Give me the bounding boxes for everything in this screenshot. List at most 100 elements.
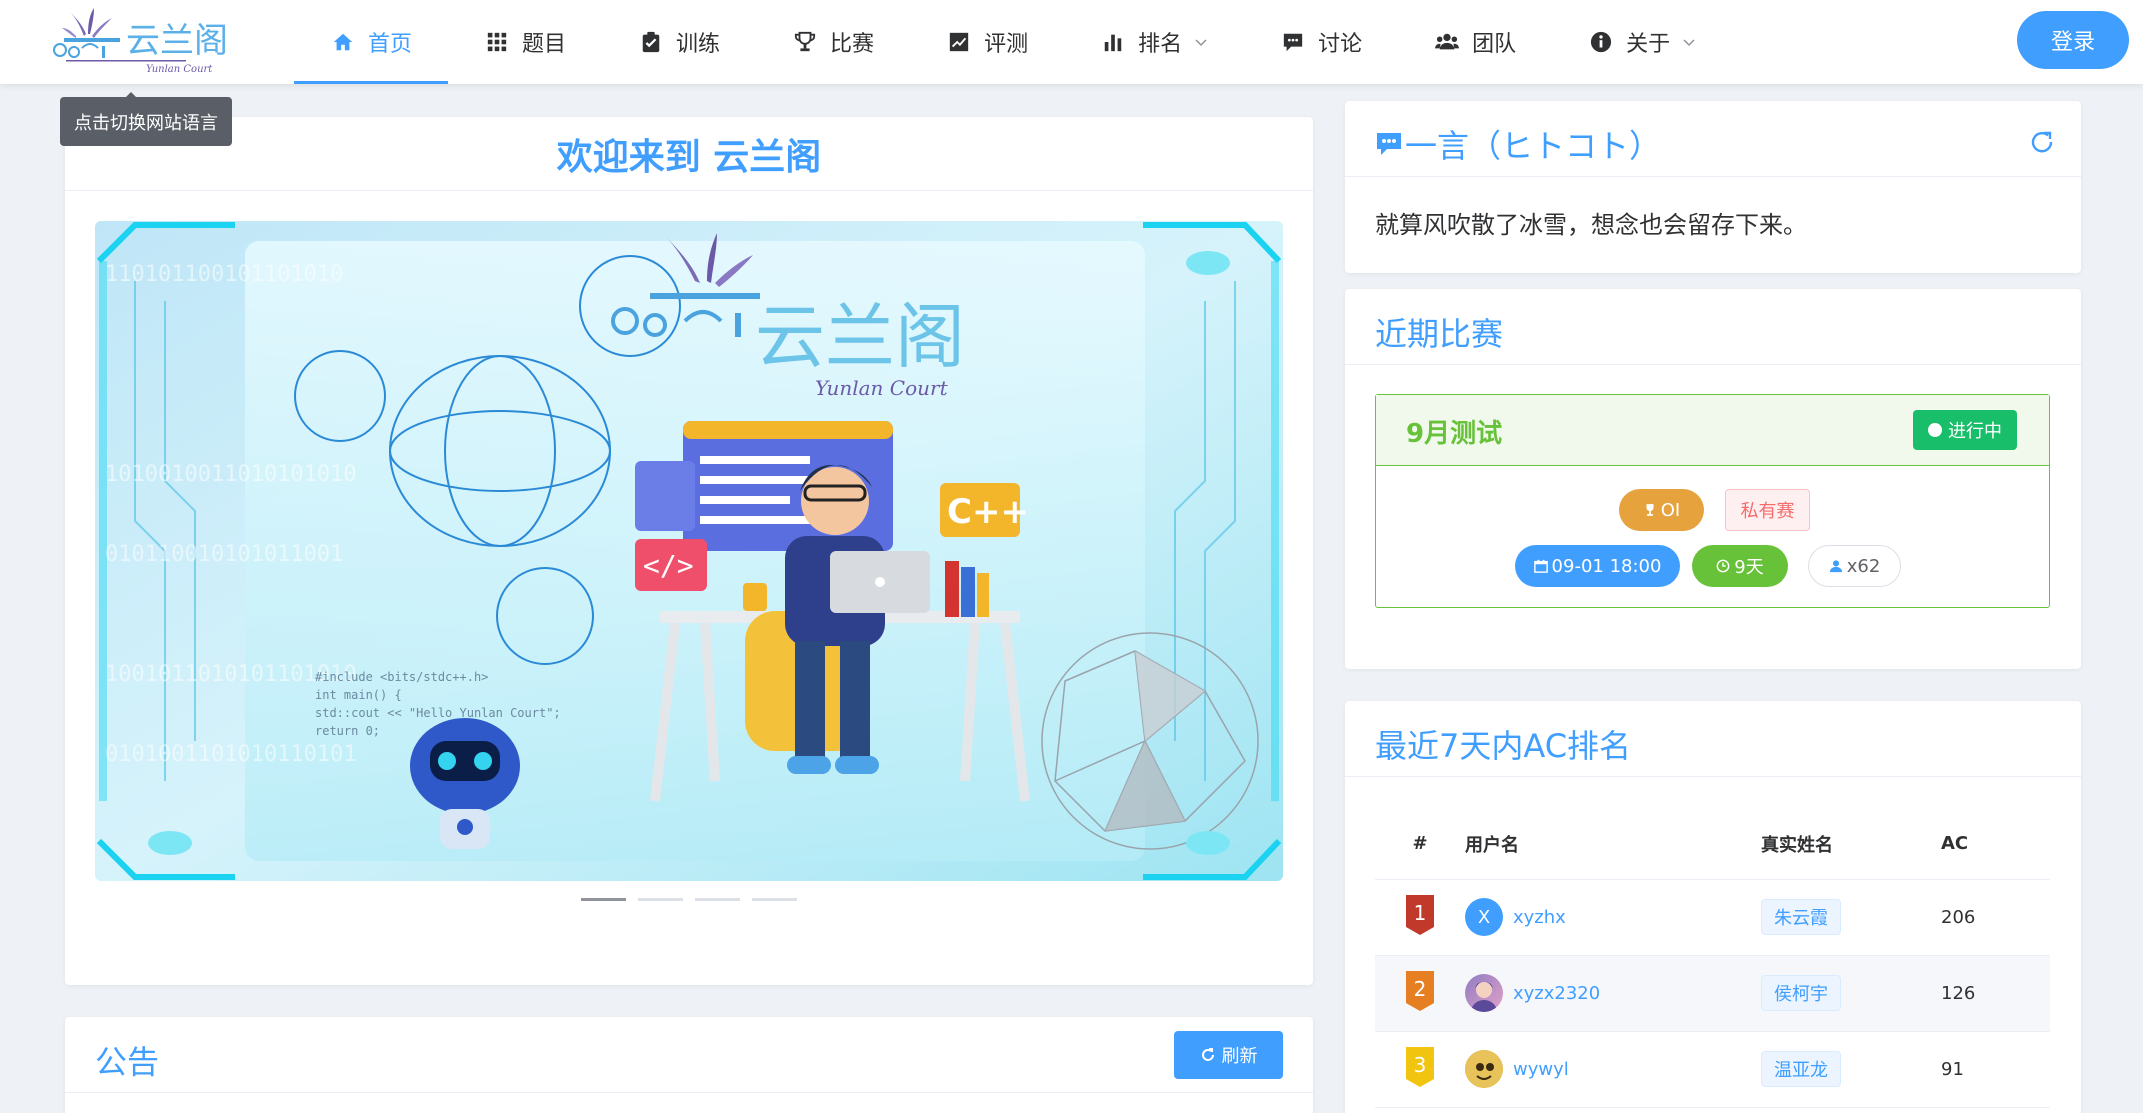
ac-ranking-title: 最近7天内AC排名 xyxy=(1375,727,1632,765)
refresh-icon[interactable] xyxy=(2027,127,2057,157)
status-text: 进行中 xyxy=(1948,421,2002,442)
ac-count: 206 xyxy=(1941,879,2050,956)
site-logo[interactable]: 云兰阁 Yunlan Court xyxy=(46,6,242,78)
ac-count: 126 xyxy=(1941,955,2050,1032)
carousel-dot[interactable] xyxy=(581,898,626,901)
avatar[interactable] xyxy=(1465,974,1503,1012)
carousel-banner[interactable]: 110101100101101010 1010010011010101010 0… xyxy=(95,221,1283,881)
rank-cell: 3 xyxy=(1375,1031,1465,1108)
logo-text-en: Yunlan Court xyxy=(146,64,213,75)
table-row: 3 wywyl 温亚龙 91 xyxy=(1375,1031,2050,1108)
username-link[interactable]: xyzhx xyxy=(1513,907,1566,928)
notice-card: 公告 刷新 xyxy=(65,1017,1313,1113)
top-navbar: 云兰阁 Yunlan Court 首页 题目 训练 比赛 评测 排名 讨论 团队… xyxy=(0,0,2143,84)
hitokoto-title-text: 一言（ヒトコト） xyxy=(1405,127,1662,165)
svg-text:010110010101011001: 010110010101011001 xyxy=(105,542,343,567)
contest-name[interactable]: 9月测试 xyxy=(1406,413,1502,450)
nav-label: 评测 xyxy=(984,32,1029,57)
nav-item-team[interactable]: 团队 xyxy=(1398,0,1552,84)
users-icon xyxy=(1434,29,1460,55)
divider xyxy=(65,1092,1313,1093)
ranking-table: # 用户名 真实姓名 AC 1 X xyzhx 朱云霞 206 2 xyzx23… xyxy=(1375,809,2050,1108)
column-header-ac: AC xyxy=(1941,809,2050,880)
svg-text:return 0;: return 0; xyxy=(315,724,380,738)
svg-text:int main() {: int main() { xyxy=(315,688,402,702)
nav-label: 关于 xyxy=(1626,32,1671,57)
nav-item-training[interactable]: 训练 xyxy=(602,0,756,84)
svg-text:</>: </> xyxy=(643,549,694,582)
realname-tag: 侯柯宇 xyxy=(1761,975,1841,1011)
username-link[interactable]: xyzx2320 xyxy=(1513,983,1600,1004)
svg-text:Yunlan Court: Yunlan Court xyxy=(815,376,949,400)
logo-text-cn: 云兰阁 xyxy=(126,21,228,61)
clock-icon xyxy=(1716,559,1730,573)
trophy-icon xyxy=(1646,504,1654,516)
chevron-down-icon xyxy=(1195,39,1207,47)
nav-item-contests[interactable]: 比赛 xyxy=(756,0,910,84)
carousel-dot[interactable] xyxy=(752,898,797,901)
nav-item-problems[interactable]: 题目 xyxy=(448,0,602,84)
nav-label: 训练 xyxy=(676,32,721,57)
status-badge: 进行中 xyxy=(1913,410,2017,450)
svg-text:1: 1 xyxy=(1414,901,1427,925)
column-header-realname: 真实姓名 xyxy=(1761,809,1941,880)
calendar-icon xyxy=(1533,559,1548,573)
svg-text:0101001101010110101: 0101001101010110101 xyxy=(105,742,357,767)
notice-title: 公告 xyxy=(95,1043,160,1081)
hitokoto-title: 一言（ヒトコト） xyxy=(1375,121,1661,167)
realname-tag: 温亚龙 xyxy=(1761,1051,1841,1087)
svg-text:云兰阁: 云兰阁 xyxy=(755,296,965,378)
contest-item[interactable]: 9月测试 进行中 OI 私有赛 09-01 18:00 9天 x62 xyxy=(1375,394,2050,608)
contest-auth-tag: 私有赛 xyxy=(1725,489,1810,531)
username-cell: wywyl xyxy=(1465,1031,1761,1108)
nav-label: 排名 xyxy=(1138,32,1183,57)
username-cell: X xyzhx xyxy=(1465,879,1761,956)
divider xyxy=(1345,176,2081,177)
contest-header: 9月测试 进行中 xyxy=(1376,395,2049,466)
svg-text:#include <bits/stdc++.h>: #include <bits/stdc++.h> xyxy=(315,670,488,684)
refresh-label: 刷新 xyxy=(1221,1046,1258,1066)
nav-item-discussion[interactable]: 讨论 xyxy=(1244,0,1398,84)
rank-badge-icon: 2 xyxy=(1406,970,1434,1011)
notice-refresh-button[interactable]: 刷新 xyxy=(1174,1031,1283,1079)
avatar-image xyxy=(1465,1050,1503,1088)
realname-tag: 朱云霞 xyxy=(1761,899,1841,935)
realname-cell: 温亚龙 xyxy=(1761,1031,1941,1108)
grid-icon xyxy=(484,29,510,55)
divider xyxy=(1345,364,2081,365)
info-icon xyxy=(1588,29,1614,55)
realname-cell: 朱云霞 xyxy=(1761,879,1941,956)
carousel-dot[interactable] xyxy=(695,898,740,901)
clipboard-check-icon xyxy=(638,29,664,55)
hitokoto-text: 就算风吹散了冰雪，想念也会留存下来。 xyxy=(1375,211,1807,239)
table-row: 1 X xyzhx 朱云霞 206 xyxy=(1375,879,2050,956)
rank-badge-icon: 3 xyxy=(1406,1046,1434,1087)
nav-label: 讨论 xyxy=(1318,32,1363,57)
carousel-dot[interactable] xyxy=(638,898,683,901)
user-icon xyxy=(1829,560,1842,573)
nav-item-about[interactable]: 关于 xyxy=(1552,0,1732,84)
carousel-indicators xyxy=(581,898,797,901)
recent-contests-card: 近期比赛 9月测试 进行中 OI 私有赛 09-01 18:00 9天 x62 xyxy=(1345,289,2081,669)
avatar[interactable] xyxy=(1465,1050,1503,1088)
login-button[interactable]: 登录 xyxy=(2017,11,2129,69)
welcome-title: 欢迎来到 云兰阁 xyxy=(65,117,1313,191)
nav-label: 比赛 xyxy=(830,32,875,57)
column-header-rank: # xyxy=(1375,809,1465,880)
status-dot-icon xyxy=(1928,423,1942,437)
contest-participants-tag: x62 xyxy=(1808,545,1901,587)
comment-dots-icon xyxy=(1377,133,1401,155)
contest-participants-text: x62 xyxy=(1846,555,1881,577)
column-header-username: 用户名 xyxy=(1465,809,1761,880)
hitokoto-card: 一言（ヒトコト） 就算风吹散了冰雪，想念也会留存下来。 xyxy=(1345,101,2081,273)
nav-item-home[interactable]: 首页 xyxy=(294,0,449,84)
ac-count: 91 xyxy=(1941,1031,2050,1108)
refresh-icon xyxy=(1201,1048,1214,1061)
nav-label: 题目 xyxy=(522,32,567,57)
nav-item-status[interactable]: 评测 xyxy=(910,0,1064,84)
recent-contests-title: 近期比赛 xyxy=(1375,315,1504,353)
table-row: 2 xyzx2320 侯柯宇 126 xyxy=(1375,955,2050,1032)
avatar[interactable]: X xyxy=(1465,898,1503,936)
username-link[interactable]: wywyl xyxy=(1513,1059,1569,1080)
nav-item-rank[interactable]: 排名 xyxy=(1064,0,1244,84)
